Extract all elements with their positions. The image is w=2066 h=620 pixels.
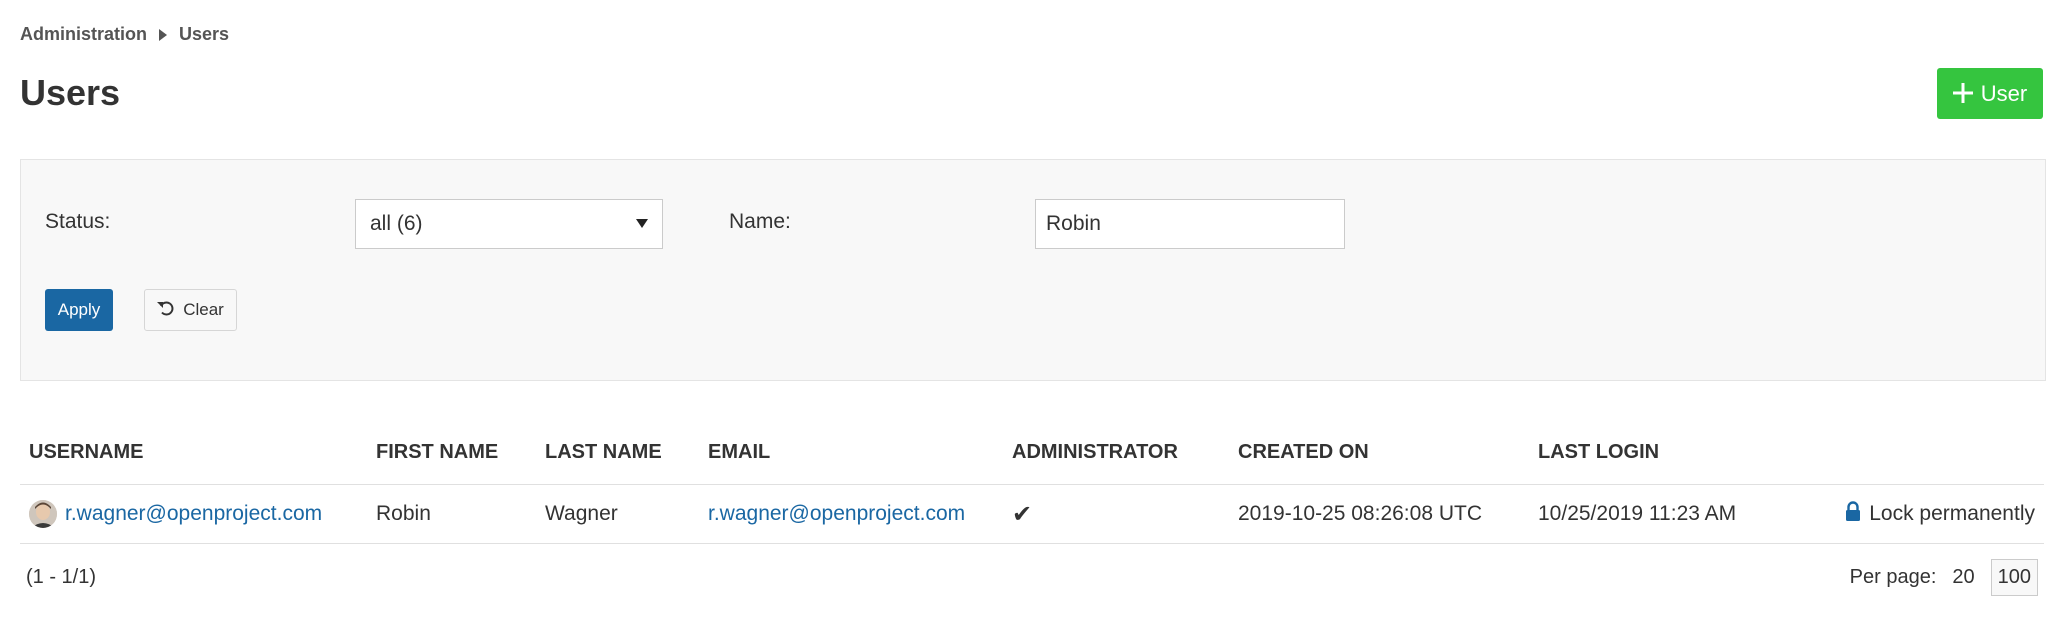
lock-permanently-label: Lock permanently [1869, 502, 2035, 525]
column-header-last-name[interactable]: LAST NAME [536, 420, 699, 485]
column-header-first-name[interactable]: FIRST NAME [367, 420, 536, 485]
column-header-actions [1834, 420, 2044, 485]
table-header-row: USERNAME FIRST NAME LAST NAME EMAIL ADMI… [20, 420, 2044, 485]
last-login-cell: 10/25/2019 11:23 AM [1529, 484, 1834, 544]
actions-cell: Lock permanently [1834, 484, 2044, 544]
checkmark-icon: ✔ [1012, 500, 1033, 528]
per-page-option-100[interactable]: 100 [1990, 559, 2038, 596]
column-header-email[interactable]: EMAIL [699, 420, 1003, 485]
name-label: Name: [729, 210, 791, 233]
breadcrumb: Administration Users [20, 24, 229, 45]
table-row: r.wagner@openproject.com Robin Wagner r.… [20, 484, 2044, 544]
clear-label: Clear [183, 300, 224, 319]
avatar [29, 500, 57, 528]
chevron-right-icon [159, 28, 168, 41]
first-name-cell: Robin [367, 484, 536, 544]
column-header-administrator[interactable]: ADMINISTRATOR [1003, 420, 1229, 485]
plus-icon [1952, 76, 1973, 108]
column-header-username[interactable]: USERNAME [20, 420, 367, 485]
name-input[interactable] [1035, 199, 1345, 249]
email-link[interactable]: r.wagner@openproject.com [708, 502, 965, 525]
email-cell: r.wagner@openproject.com [699, 484, 1003, 544]
username-link[interactable]: r.wagner@openproject.com [65, 502, 322, 526]
status-label: Status: [45, 210, 111, 233]
status-select-value: all (6) [370, 212, 423, 235]
breadcrumb-current: Users [179, 24, 230, 44]
username-cell: r.wagner@openproject.com [20, 484, 367, 544]
page-title: Users [20, 72, 121, 113]
add-user-label: User [1980, 80, 2028, 106]
administrator-cell: ✔ [1003, 484, 1229, 544]
lock-icon [1845, 501, 1861, 527]
created-on-cell: 2019-10-25 08:26:08 UTC [1229, 484, 1529, 544]
breadcrumb-administration[interactable]: Administration [20, 24, 147, 45]
pagination-range: (1 - 1/1) [26, 566, 97, 588]
per-page-selector: Per page: 20 100 [1850, 559, 2038, 596]
apply-button[interactable]: Apply [45, 289, 113, 331]
clear-button[interactable]: Clear [144, 289, 237, 331]
caret-down-icon [636, 215, 648, 233]
last-name-cell: Wagner [536, 484, 699, 544]
per-page-label: Per page: [1849, 566, 1937, 588]
column-header-created-on[interactable]: CREATED ON [1229, 420, 1529, 485]
undo-icon [157, 300, 175, 321]
column-header-last-login[interactable]: LAST LOGIN [1529, 420, 1834, 485]
lock-permanently-link[interactable]: Lock permanently [1845, 501, 2035, 527]
users-table: USERNAME FIRST NAME LAST NAME EMAIL ADMI… [20, 420, 2044, 544]
status-select[interactable]: all (6) [355, 199, 663, 249]
add-user-button[interactable]: User [1937, 68, 2043, 119]
filter-panel: Status: all (6) Name: Apply Clear [20, 159, 2046, 381]
per-page-option-20[interactable]: 20 [1946, 560, 1980, 595]
